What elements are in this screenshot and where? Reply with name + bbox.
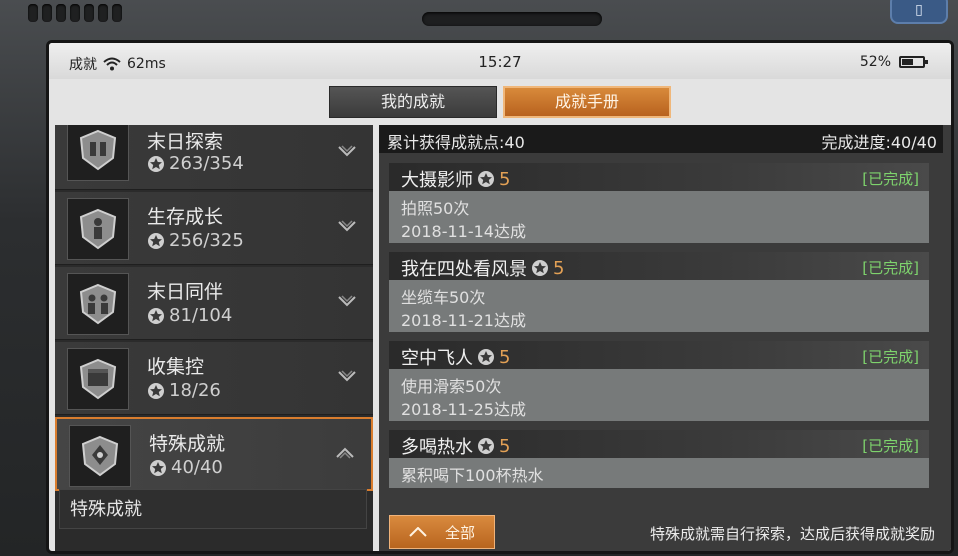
category-progress: 263/354 bbox=[147, 153, 244, 174]
category-progress-text: 263/354 bbox=[169, 153, 244, 174]
category-title: 特殊成就 bbox=[149, 433, 226, 455]
achievement-star-icon bbox=[478, 171, 494, 187]
subcategory-item[interactable]: 特殊成就 bbox=[59, 489, 367, 529]
category-progress-text: 40/40 bbox=[171, 457, 223, 478]
achievement-star-icon bbox=[148, 232, 164, 249]
battery-icon bbox=[899, 56, 928, 68]
achievement-points: 5 bbox=[499, 168, 511, 190]
chevron-down-icon[interactable] bbox=[337, 293, 357, 309]
achievement-star-icon bbox=[532, 260, 548, 276]
category-list: 末日探索 263/354 生存成长 256/325 末日同伴 81/104 收集… bbox=[55, 125, 373, 551]
status-badge: [已完成] bbox=[862, 259, 919, 277]
chevron-down-icon[interactable] bbox=[337, 368, 357, 384]
achievement-panel: 累计获得成就点:40 完成进度:40/40 大摄影师 5 [已完成] 拍照50次… bbox=[379, 125, 951, 551]
achievement-desc: 累积喝下100杯热水 bbox=[401, 466, 544, 485]
footer-note: 特殊成就需自行探索，达成后获得成就奖励 bbox=[649, 525, 935, 543]
completion-summary: 完成进度:40/40 bbox=[821, 133, 937, 152]
survival-emblem-icon bbox=[67, 198, 129, 260]
achievement-card[interactable]: 大摄影师 5 [已完成] 拍照50次 2018-11-14达成 bbox=[389, 163, 929, 243]
achievement-list: 大摄影师 5 [已完成] 拍照50次 2018-11-14达成 我在四处看风景 bbox=[389, 163, 929, 497]
chevron-up-icon bbox=[409, 527, 427, 537]
filter-label: 全部 bbox=[444, 523, 475, 542]
collection-emblem-icon bbox=[67, 348, 129, 410]
tab-achievement-handbook[interactable]: 成就手册 bbox=[503, 86, 671, 118]
tab-my-achievements[interactable]: 我的成就 bbox=[329, 86, 497, 118]
status-time: 15:27 bbox=[478, 53, 522, 71]
tab-bar: 我的成就 成就手册 bbox=[329, 86, 671, 118]
category-progress-text: 18/26 bbox=[169, 380, 221, 401]
category-item-active[interactable]: 特殊成就 40/40 bbox=[55, 417, 373, 491]
category-title: 生存成长 bbox=[147, 206, 224, 228]
achievement-name: 空中飞人 bbox=[401, 348, 473, 369]
achievement-date: 2018-11-14达成 bbox=[401, 222, 526, 241]
category-title: 收集控 bbox=[147, 356, 205, 378]
status-badge: [已完成] bbox=[862, 348, 919, 366]
status-badge: [已完成] bbox=[862, 437, 919, 455]
category-title: 末日同伴 bbox=[147, 281, 224, 303]
category-progress: 256/325 bbox=[147, 230, 244, 251]
category-progress: 81/104 bbox=[147, 305, 232, 326]
category-item[interactable]: 末日同伴 81/104 bbox=[55, 267, 373, 340]
category-item[interactable]: 收集控 18/26 bbox=[55, 342, 373, 415]
screen: 成就 62ms 15:27 52% 我的成就 成就手册 末日探索 263/354… bbox=[46, 40, 954, 554]
achievement-star-icon bbox=[148, 155, 164, 172]
special-emblem-icon bbox=[69, 425, 131, 487]
achievement-star-icon bbox=[148, 382, 164, 399]
achievement-points: 5 bbox=[553, 257, 565, 279]
achievement-star-icon bbox=[150, 459, 166, 476]
category-item[interactable]: 生存成长 256/325 bbox=[55, 192, 373, 265]
achievement-name: 我在四处看风景 bbox=[401, 259, 527, 280]
filter-all-button[interactable]: 全部 bbox=[389, 515, 495, 549]
achievement-date: 2018-11-21达成 bbox=[401, 311, 526, 330]
companion-emblem-icon bbox=[67, 273, 129, 335]
achievement-card[interactable]: 多喝热水 5 [已完成] 累积喝下100杯热水 bbox=[389, 430, 929, 488]
chevron-down-icon[interactable] bbox=[337, 143, 357, 159]
achievement-points: 5 bbox=[499, 346, 511, 368]
device-frame: ▯ 成就 62ms 15:27 52% 我的成就 成就手册 末日探索 263/3… bbox=[0, 0, 958, 556]
summary-bar: 累计获得成就点:40 完成进度:40/40 bbox=[379, 125, 943, 153]
explore-emblem-icon bbox=[67, 125, 129, 181]
category-progress-text: 81/104 bbox=[169, 305, 233, 326]
achievement-star-icon bbox=[478, 349, 494, 365]
achievement-name: 大摄影师 bbox=[401, 170, 473, 191]
category-progress: 40/40 bbox=[149, 457, 223, 478]
device-slot bbox=[422, 12, 602, 26]
status-badge: [已完成] bbox=[862, 170, 919, 188]
category-title: 末日探索 bbox=[147, 131, 224, 153]
achievement-star-icon bbox=[478, 438, 494, 454]
achievement-name: 多喝热水 bbox=[401, 437, 473, 458]
battery-percent: 52% bbox=[859, 54, 891, 70]
achievement-star-icon bbox=[148, 307, 164, 324]
chevron-up-icon[interactable] bbox=[335, 445, 355, 461]
achievement-card[interactable]: 空中飞人 5 [已完成] 使用滑索50次 2018-11-25达成 bbox=[389, 341, 929, 421]
achievement-points: 5 bbox=[499, 435, 511, 457]
achievement-desc: 拍照50次 bbox=[401, 199, 470, 218]
achievement-desc: 使用滑索50次 bbox=[401, 377, 502, 396]
category-item[interactable]: 末日探索 263/354 bbox=[55, 125, 373, 190]
points-summary: 累计获得成就点:40 bbox=[387, 133, 525, 152]
vent-grille bbox=[28, 4, 122, 22]
category-progress-text: 256/325 bbox=[169, 230, 244, 251]
achievement-card[interactable]: 我在四处看风景 5 [已完成] 坐缆车50次 2018-11-21达成 bbox=[389, 252, 929, 332]
status-bar: 成就 62ms 15:27 52% bbox=[49, 43, 951, 79]
achievement-date: 2018-11-25达成 bbox=[401, 400, 526, 419]
category-progress: 18/26 bbox=[147, 380, 221, 401]
achievement-desc: 坐缆车50次 bbox=[401, 288, 486, 307]
device-button[interactable]: ▯ bbox=[890, 0, 948, 24]
chevron-down-icon[interactable] bbox=[337, 218, 357, 234]
